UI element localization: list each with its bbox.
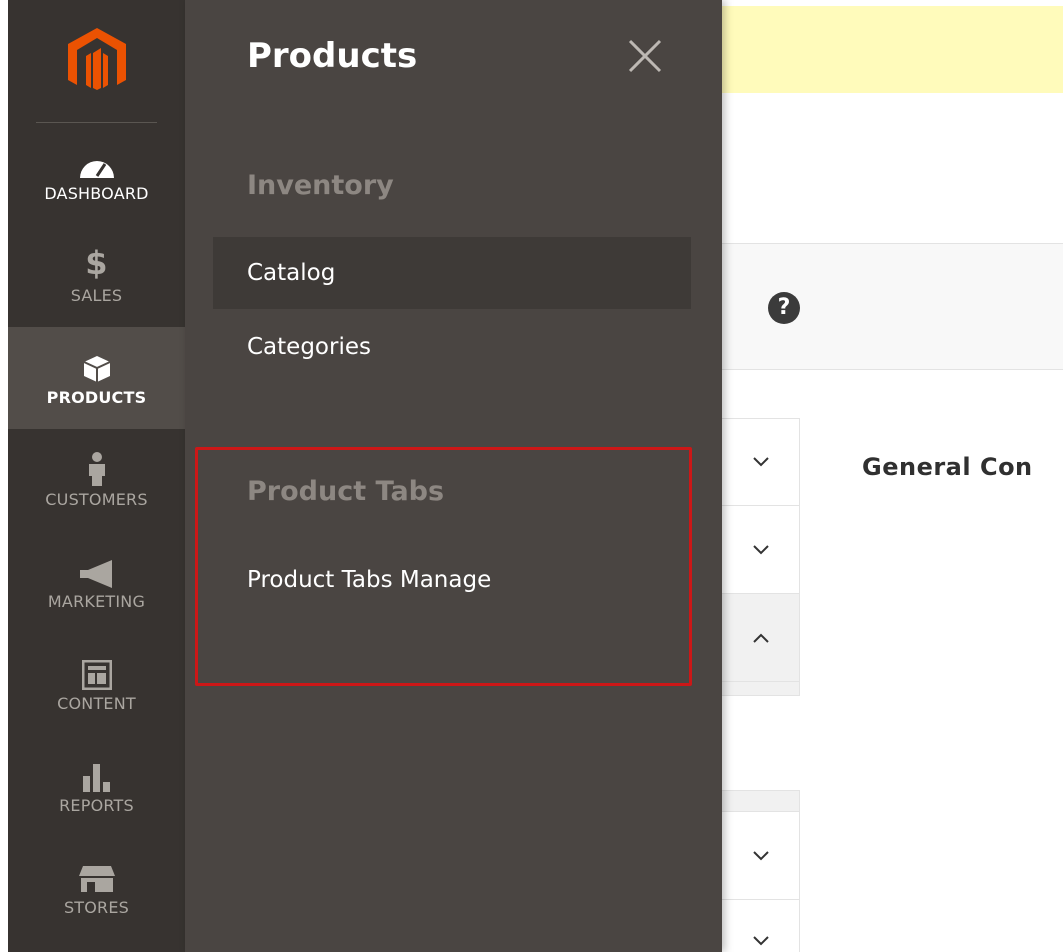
chevron-up-icon bbox=[752, 633, 769, 643]
nav-item-sales[interactable]: $ SALES bbox=[8, 225, 185, 327]
chevron-down-icon bbox=[752, 457, 769, 467]
logo-area[interactable] bbox=[8, 0, 185, 123]
nav-label: PRODUCTS bbox=[46, 387, 147, 407]
group-title-inventory: Inventory bbox=[247, 170, 394, 201]
menu-link-product-tabs-manage[interactable]: Product Tabs Manage bbox=[213, 544, 691, 616]
close-button[interactable] bbox=[627, 38, 663, 74]
nav-label: REPORTS bbox=[59, 795, 134, 815]
storefront-icon bbox=[77, 860, 117, 894]
submenu-title: Products bbox=[247, 36, 418, 76]
nav-item-content[interactable]: CONTENT bbox=[8, 633, 185, 735]
chevron-down-icon bbox=[752, 544, 769, 554]
accordion-footer bbox=[722, 682, 800, 696]
accordion-toggle[interactable] bbox=[722, 812, 800, 900]
accordion-toggle[interactable] bbox=[722, 506, 800, 594]
menu-link-catalog[interactable]: Catalog bbox=[213, 237, 691, 309]
nav-item-dashboard[interactable]: DASHBOARD bbox=[8, 123, 185, 225]
dollar-icon: $ bbox=[85, 243, 108, 282]
nav-item-customers[interactable]: CUSTOMERS bbox=[8, 429, 185, 531]
nav-item-marketing[interactable]: MARKETING bbox=[8, 531, 185, 633]
accordion-header bbox=[722, 790, 800, 812]
section-title: General Con bbox=[862, 453, 1033, 481]
group-title-product-tabs: Product Tabs bbox=[247, 476, 445, 507]
accordion-toggle[interactable] bbox=[722, 418, 800, 506]
chevron-down-icon bbox=[752, 936, 769, 946]
nav-label: STORES bbox=[63, 897, 130, 917]
bar-chart-icon bbox=[81, 758, 113, 792]
layout-icon bbox=[81, 656, 112, 690]
dashboard-icon bbox=[78, 146, 116, 180]
box-icon bbox=[82, 350, 112, 384]
chevron-down-icon bbox=[752, 850, 769, 860]
nav-label: MARKETING bbox=[47, 591, 146, 611]
nav-label: CONTENT bbox=[57, 693, 136, 713]
menu-link-categories[interactable]: Categories bbox=[213, 311, 691, 383]
help-icon[interactable]: ? bbox=[768, 292, 800, 324]
nav-label: CUSTOMERS bbox=[45, 489, 148, 509]
nav-item-stores[interactable]: STORES bbox=[8, 837, 185, 939]
person-icon bbox=[86, 451, 108, 486]
accordion-toggle[interactable] bbox=[722, 900, 800, 952]
system-notice-bar bbox=[722, 6, 1063, 93]
nav-item-reports[interactable]: REPORTS bbox=[8, 735, 185, 837]
magento-logo-icon bbox=[68, 28, 126, 90]
nav-label: SALES bbox=[70, 285, 123, 305]
accordion-toggle[interactable] bbox=[722, 594, 800, 682]
megaphone-icon bbox=[78, 554, 116, 588]
products-submenu: Products Inventory Catalog Categories Pr… bbox=[185, 0, 722, 952]
logo-divider bbox=[36, 122, 157, 123]
close-icon bbox=[628, 39, 662, 73]
nav-item-products[interactable]: PRODUCTS bbox=[8, 327, 185, 429]
nav-label: DASHBOARD bbox=[44, 183, 149, 203]
admin-sidebar: DASHBOARD $ SALES PRODUCTS CUSTOMERS MAR… bbox=[8, 0, 185, 952]
